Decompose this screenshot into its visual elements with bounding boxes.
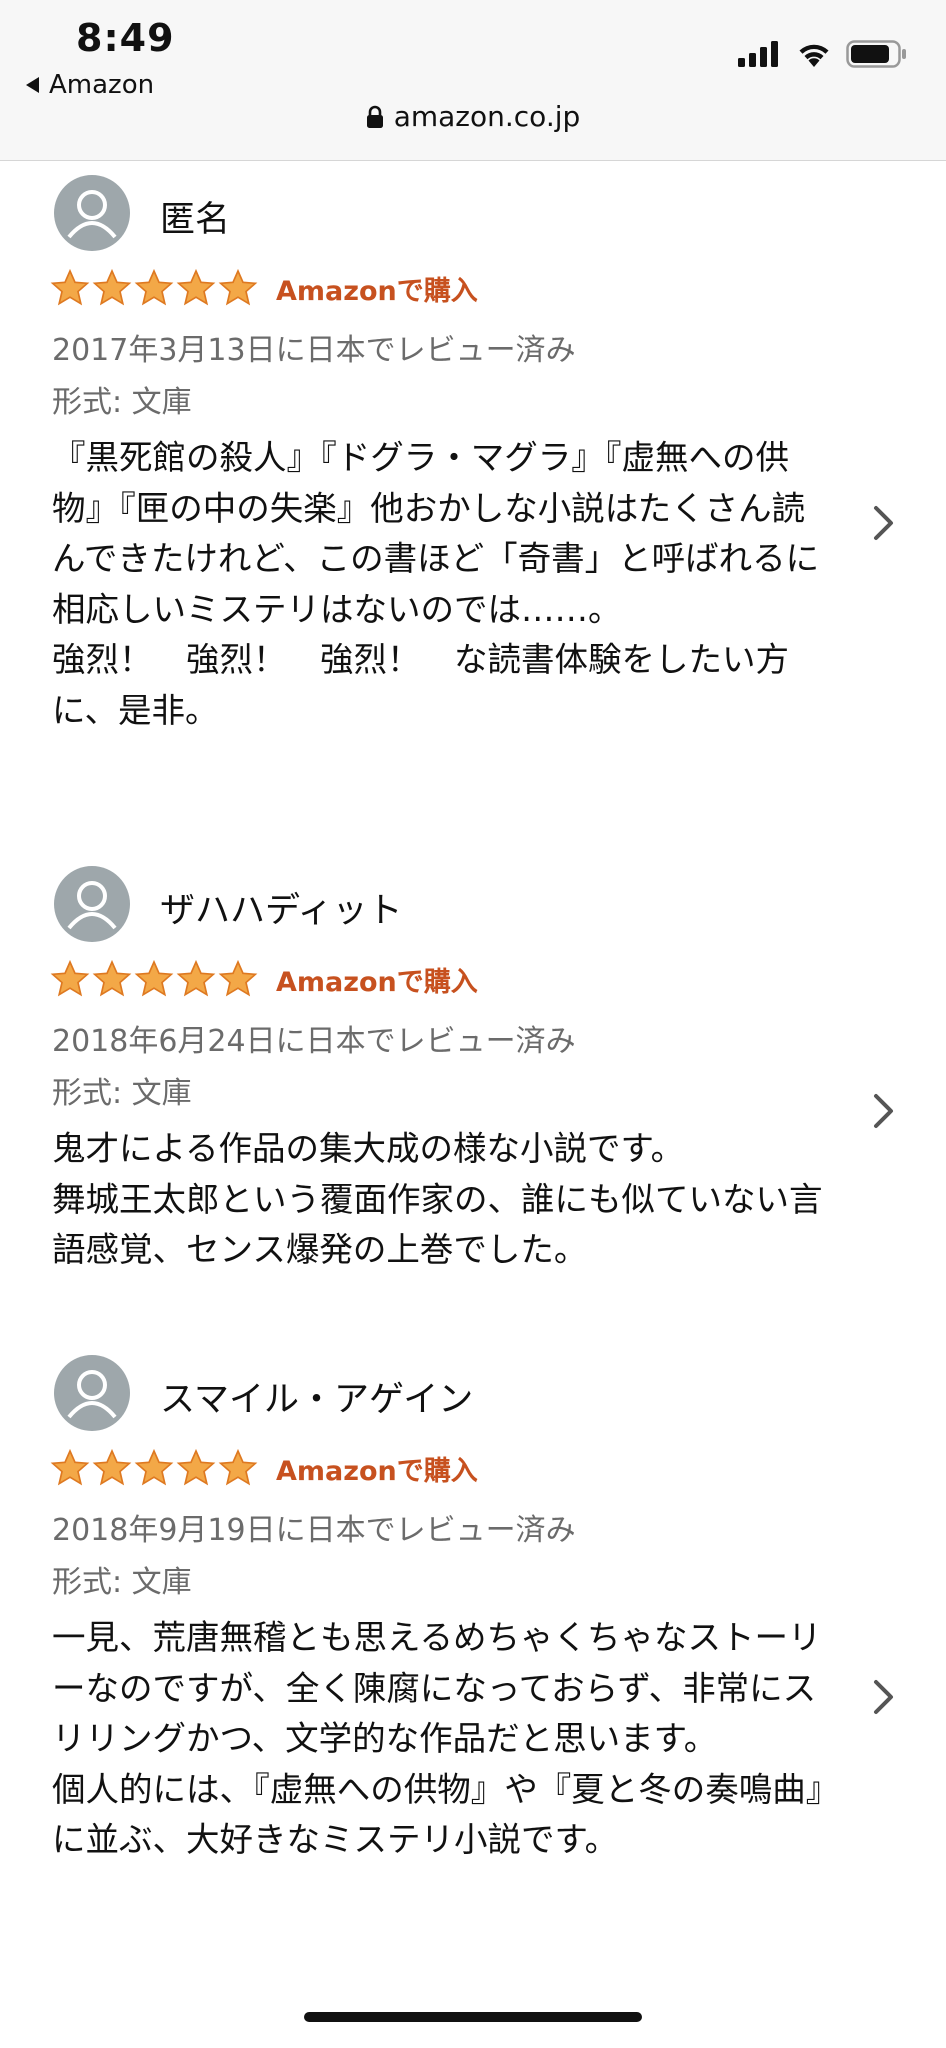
verified-purchase-badge: Amazonで購入 xyxy=(276,966,478,998)
review-date: 2018年6月24日に日本でレビュー済み xyxy=(52,1024,576,1059)
star-rating xyxy=(50,959,258,999)
lock-icon xyxy=(366,105,383,128)
verified-purchase-badge: Amazonで購入 xyxy=(276,275,478,307)
star-icon xyxy=(176,1448,216,1486)
avatar xyxy=(54,866,130,942)
star-icon xyxy=(134,268,174,306)
rating-row: Amazonで購入 xyxy=(50,1447,478,1489)
chevron-right-icon[interactable] xyxy=(870,1677,898,1717)
back-arrow-icon xyxy=(26,77,39,93)
back-app-label: Amazon xyxy=(49,70,155,100)
star-icon xyxy=(218,959,258,997)
back-to-app-link[interactable]: Amazon xyxy=(26,70,154,100)
reviewer-name[interactable]: スマイル・アゲイン xyxy=(160,1371,473,1422)
star-icon xyxy=(92,268,132,306)
review-item: スマイル・アゲイン Amazonで購入 2018年9月19日に日本でレビュー済み… xyxy=(0,1355,946,1975)
avatar xyxy=(54,175,130,251)
star-icon xyxy=(50,1448,90,1486)
star-icon xyxy=(218,268,258,306)
star-rating xyxy=(50,1448,258,1488)
review-body[interactable]: 鬼才による作品の集大成の様な小説です。 舞城王太郎という覆面作家の、誰にも似てい… xyxy=(52,1124,832,1276)
review-date: 2018年9月19日に日本でレビュー済み xyxy=(52,1513,576,1548)
url-text: amazon.co.jp xyxy=(393,100,581,133)
reviewer-name[interactable]: 匿名 xyxy=(160,191,230,242)
chevron-right-icon[interactable] xyxy=(870,503,898,543)
reviewer-name[interactable]: ザハハディット xyxy=(160,882,403,933)
star-icon xyxy=(134,959,174,997)
signal-icon xyxy=(738,41,778,67)
star-icon xyxy=(218,1448,258,1486)
user-avatar-icon xyxy=(67,190,117,239)
star-icon xyxy=(176,959,216,997)
user-avatar-icon xyxy=(67,881,117,930)
review-item: ザハハディット Amazonで購入 2018年6月24日に日本でレビュー済み 形… xyxy=(0,866,946,1286)
star-icon xyxy=(92,959,132,997)
status-time: 8:49 xyxy=(76,16,175,60)
wifi-icon xyxy=(799,44,829,67)
review-item: 匿名 Amazonで購入 2017年3月13日に日本でレビュー済み 形式: 文庫… xyxy=(0,175,946,775)
review-body[interactable]: 『黒死館の殺人』『ドグラ・マグラ』『虚無への供物』『匣の中の失楽』他おかしな小説… xyxy=(52,433,832,736)
rating-row: Amazonで購入 xyxy=(50,958,478,1000)
review-format: 形式: 文庫 xyxy=(52,1565,192,1600)
star-icon xyxy=(176,268,216,306)
star-rating xyxy=(50,268,258,308)
review-format: 形式: 文庫 xyxy=(52,385,192,420)
status-icons xyxy=(738,40,908,68)
rating-row: Amazonで購入 xyxy=(50,267,478,309)
star-icon xyxy=(50,268,90,306)
star-icon xyxy=(134,1448,174,1486)
verified-purchase-badge: Amazonで購入 xyxy=(276,1455,478,1487)
review-format: 形式: 文庫 xyxy=(52,1076,192,1111)
home-indicator[interactable] xyxy=(304,2012,642,2022)
address-bar[interactable]: amazon.co.jp xyxy=(0,100,946,133)
review-date: 2017年3月13日に日本でレビュー済み xyxy=(52,333,576,368)
battery-icon xyxy=(846,40,906,68)
chevron-right-icon[interactable] xyxy=(870,1091,898,1131)
star-icon xyxy=(92,1448,132,1486)
user-avatar-icon xyxy=(67,1370,117,1419)
browser-header: 8:49 Amazon amazon.co.jp xyxy=(0,0,946,161)
review-body[interactable]: 一見、荒唐無稽とも思えるめちゃくちゃなストーリーなのですが、全く陳腐になっておら… xyxy=(52,1613,832,1866)
avatar xyxy=(54,1355,130,1431)
star-icon xyxy=(50,959,90,997)
